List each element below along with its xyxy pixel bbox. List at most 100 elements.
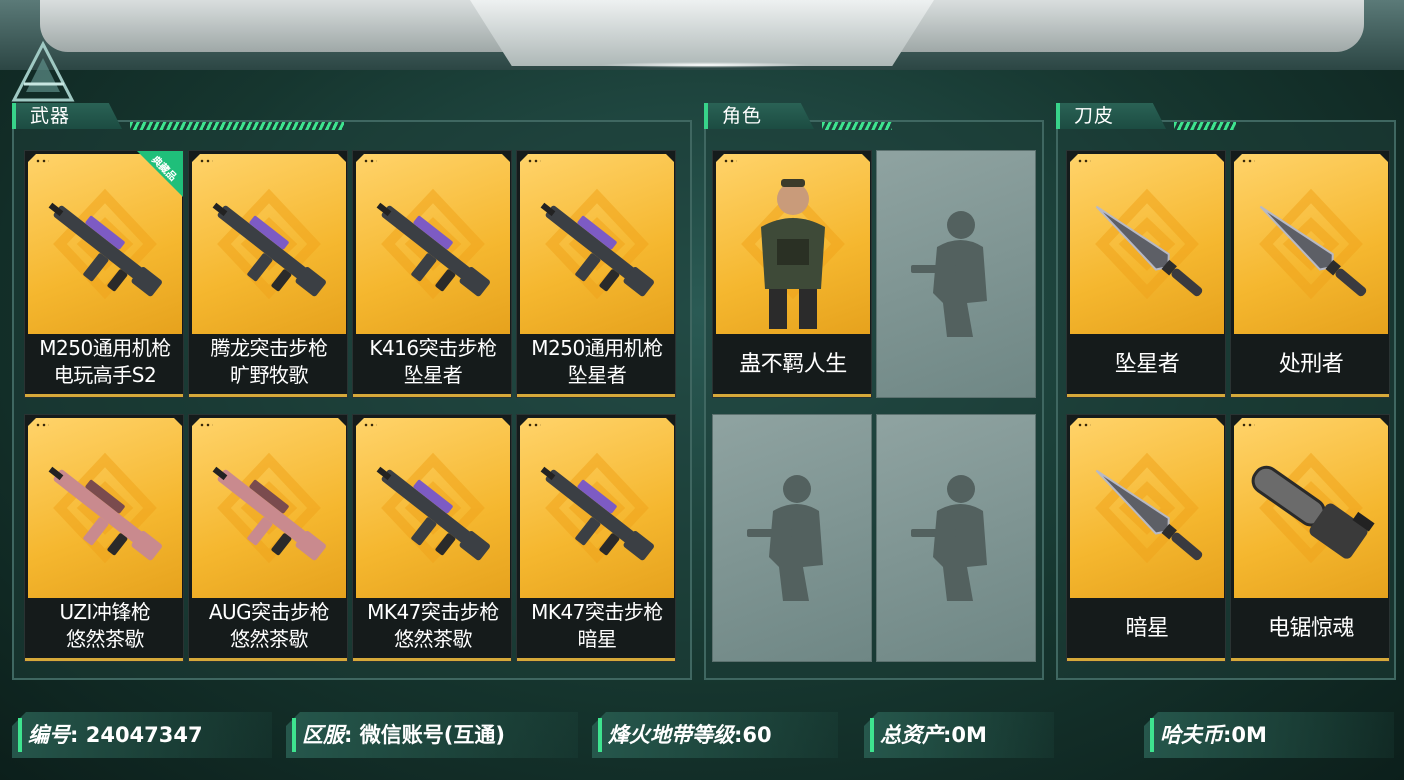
card-name-line2: 坠星者 [567, 363, 627, 387]
bullpup-rifle-icon [197, 433, 341, 593]
assets-value: 0M [951, 723, 987, 747]
card-name-line2: 电玩高手S2 [53, 363, 157, 387]
card-name: MK47突击步枪 悠然茶歇 [353, 599, 511, 653]
card-rarity-bar [189, 658, 347, 661]
card-rarity-bar [353, 658, 511, 661]
assault-rifle-icon [361, 433, 505, 593]
card-rarity-bar [25, 394, 183, 397]
assault-rifle-icon [361, 169, 505, 329]
level-value: 60 [742, 723, 772, 747]
weapon-card[interactable]: K416突击步枪 坠星者 [352, 150, 512, 398]
card-dots-icon [1077, 423, 1091, 427]
card-name-line2: 悠然茶歇 [66, 627, 145, 651]
card-dots-icon [363, 423, 377, 427]
card-dots-icon [527, 159, 541, 163]
card-dots-icon [35, 159, 49, 163]
empty-character-slot[interactable] [876, 150, 1036, 398]
coin-label: 哈夫币 [1160, 723, 1223, 747]
weapon-card[interactable]: UZI冲锋枪 悠然茶歇 [24, 414, 184, 662]
card-name: 电锯惊魂 [1231, 615, 1389, 642]
card-dots-icon [363, 159, 377, 163]
card-name: MK47突击步枪 暗星 [517, 599, 675, 653]
card-rarity-bar [713, 394, 871, 397]
card-name-line2: 暗星 [577, 627, 618, 651]
account-id-label: 编号 [28, 723, 70, 747]
card-name-line2: 坠星者 [403, 363, 463, 387]
card-name-line1: M250通用机枪 [39, 336, 171, 360]
game-logo-icon [11, 40, 75, 102]
empty-character-slot[interactable] [876, 414, 1036, 662]
card-name-line1: M250通用机枪 [531, 336, 663, 360]
card-name-line1: AUG突击步枪 [208, 600, 330, 624]
server-value: 微信账号(互通) [359, 723, 505, 747]
footer-account-id: 编号: 24047347 [12, 712, 272, 758]
footer-server: 区服: 微信账号(互通) [286, 712, 578, 758]
card-name: 处刑者 [1231, 351, 1389, 378]
knives-tab: 刀皮 [1056, 103, 1166, 129]
weapon-card[interactable]: MK47突击步枪 暗星 [516, 414, 676, 662]
card-name-line1: 处刑者 [1278, 352, 1344, 377]
knife-skin-card[interactable]: 暗星 [1066, 414, 1226, 662]
card-name-line2: 悠然茶歇 [230, 627, 309, 651]
footer-assets: 总资产:0M [864, 712, 1054, 758]
card-dots-icon [1077, 159, 1091, 163]
knife-skin-card[interactable]: 处刑者 [1230, 150, 1390, 398]
card-dots-icon [1241, 423, 1255, 427]
card-name: 腾龙突击步枪 旷野牧歌 [189, 335, 347, 389]
weapon-card[interactable]: 腾龙突击步枪 旷野牧歌 [188, 150, 348, 398]
weapon-card[interactable]: MK47突击步枪 悠然茶歇 [352, 414, 512, 662]
card-name-line1: 电锯惊魂 [1267, 616, 1355, 641]
card-dots-icon [199, 423, 213, 427]
card-name-line1: 腾龙突击步枪 [210, 336, 329, 360]
card-name: UZI冲锋枪 悠然茶歇 [25, 599, 183, 653]
card-rarity-bar [1067, 658, 1225, 661]
card-rarity-bar [353, 394, 511, 397]
machine-gun-icon [525, 169, 669, 329]
machine-gun-icon [33, 169, 177, 329]
card-rarity-bar [189, 394, 347, 397]
card-name-line2: 旷野牧歌 [230, 363, 309, 387]
card-name: M250通用机枪 坠星者 [517, 335, 675, 389]
knives-tab-stripes [1174, 122, 1236, 130]
footer-level: 烽火地带等级:60 [592, 712, 838, 758]
operator-character-icon [721, 169, 865, 329]
characters-title: 角色 [722, 105, 763, 127]
card-name-line1: 蛊不羁人生 [739, 352, 847, 377]
card-dots-icon [199, 159, 213, 163]
weapons-tab: 武器 [12, 103, 122, 129]
knives-title: 刀皮 [1074, 105, 1115, 127]
card-name-line2: 悠然茶歇 [394, 627, 473, 651]
weapon-card[interactable]: 典藏品 M250通用机枪 电玩高手S2 [24, 150, 184, 398]
weapons-title: 武器 [30, 105, 71, 127]
weapon-card[interactable]: M250通用机枪 坠星者 [516, 150, 676, 398]
smg-icon [33, 433, 177, 593]
card-name-line1: MK47突击步枪 [367, 600, 499, 624]
assault-rifle-icon [525, 433, 669, 593]
card-name-line1: UZI冲锋枪 [59, 600, 151, 624]
knife-skin-card[interactable]: 电锯惊魂 [1230, 414, 1390, 662]
character-card[interactable]: 蛊不羁人生 [712, 150, 872, 398]
card-rarity-bar [1067, 394, 1225, 397]
card-rarity-bar [25, 658, 183, 661]
top-header-glow [600, 62, 810, 68]
empty-character-slot[interactable] [712, 414, 872, 662]
characters-tab-stripes [822, 122, 892, 130]
card-dots-icon [723, 159, 737, 163]
top-header-center-plate [470, 0, 934, 66]
coin-value: 0M [1231, 723, 1267, 747]
weapon-card[interactable]: AUG突击步枪 悠然茶歇 [188, 414, 348, 662]
card-rarity-bar [517, 658, 675, 661]
level-label: 烽火地带等级 [608, 723, 734, 747]
assault-rifle-icon [197, 169, 341, 329]
knife-skin-card[interactable]: 坠星者 [1066, 150, 1226, 398]
weapons-tab-stripes [130, 122, 344, 130]
server-label: 区服 [302, 723, 344, 747]
characters-tab: 角色 [704, 103, 814, 129]
knife-icon [1075, 169, 1219, 329]
card-name-line1: MK47突击步枪 [531, 600, 663, 624]
combat-knife-icon [1239, 169, 1383, 329]
card-rarity-bar [1231, 394, 1389, 397]
card-name-line1: 暗星 [1125, 616, 1169, 641]
card-name-line1: K416突击步枪 [369, 336, 497, 360]
card-dots-icon [1241, 159, 1255, 163]
